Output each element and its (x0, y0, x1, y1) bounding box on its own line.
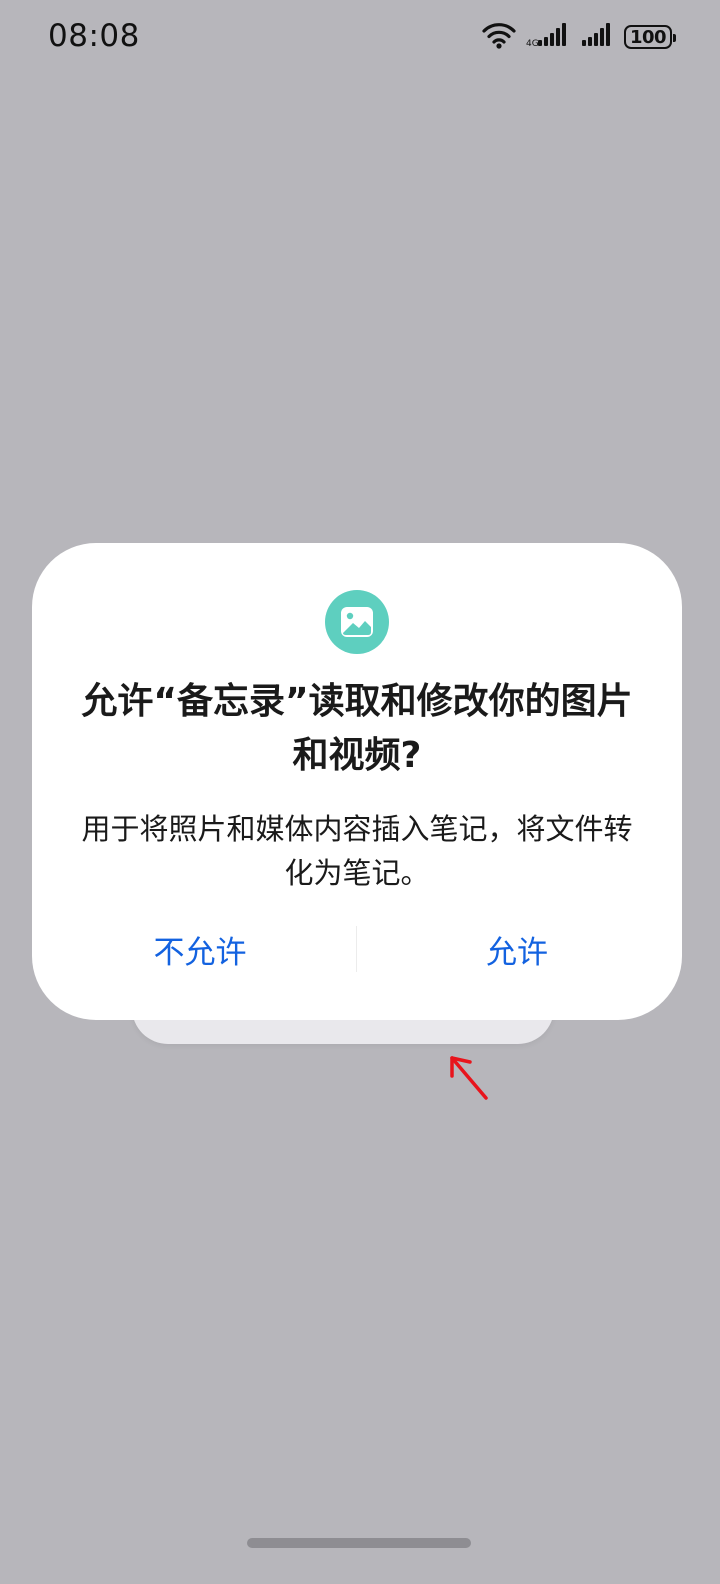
status-time: 08:08 (48, 18, 140, 54)
arrow-up-left-icon (442, 1048, 498, 1104)
cellular-signal-icon (580, 22, 614, 52)
status-bar: 08:08 4G 100 (0, 0, 720, 80)
battery-icon: 100 (624, 25, 676, 49)
home-indicator[interactable] (247, 1538, 471, 1548)
svg-text:4G: 4G (526, 39, 539, 48)
permission-dialog: 允许“备忘录”读取和修改你的图片和视频? 用于将照片和媒体内容插入笔记，将文件转… (32, 543, 682, 1020)
dialog-message: 用于将照片和媒体内容插入笔记，将文件转化为笔记。 (81, 812, 633, 890)
allow-button[interactable]: 允许 (357, 921, 677, 977)
status-icons: 4G 100 (482, 21, 676, 53)
wifi-icon (482, 21, 516, 53)
cellular-signal-icon: 4G (526, 22, 570, 52)
photo-icon (325, 590, 389, 654)
deny-button[interactable]: 不允许 (40, 921, 360, 977)
dialog-title: 允许“备忘录”读取和修改你的图片和视频? (81, 681, 633, 776)
